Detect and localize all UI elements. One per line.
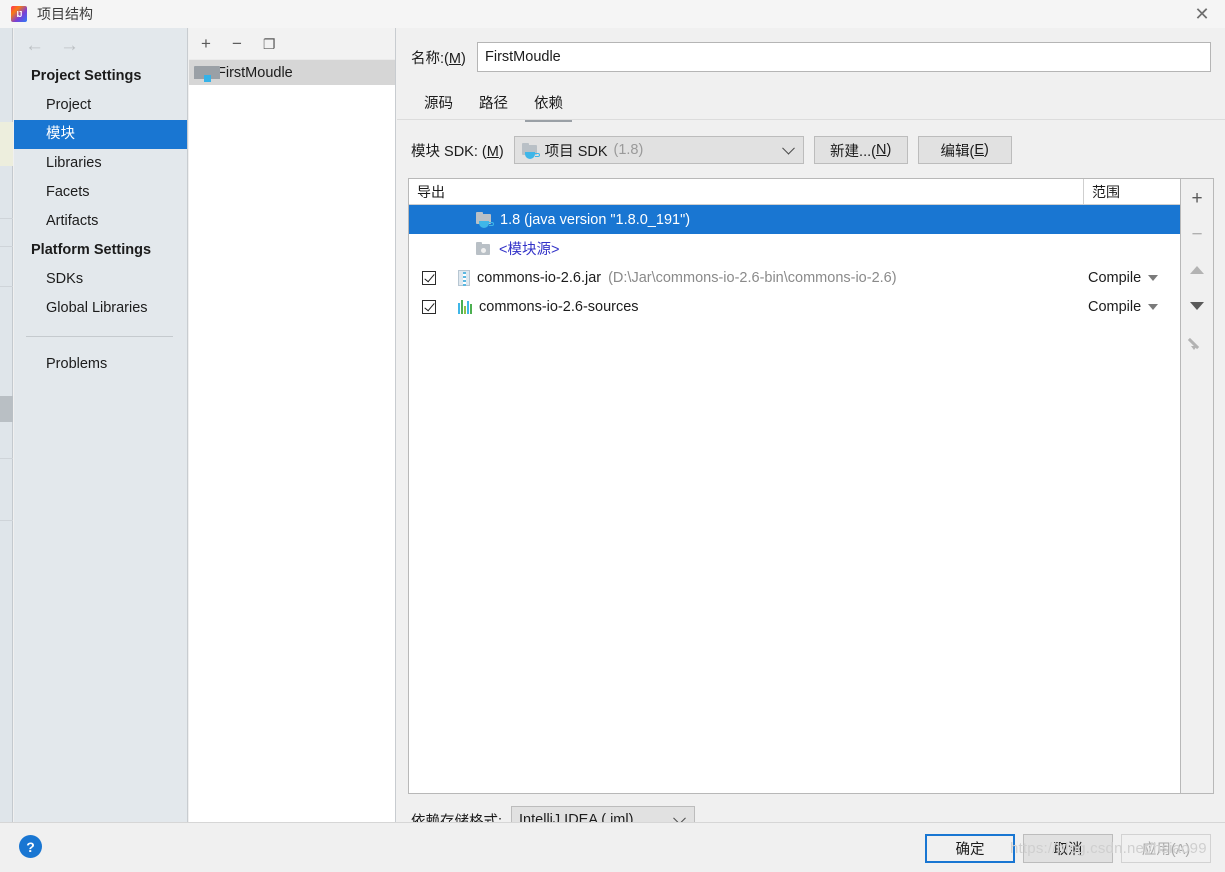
chevron-down-icon[interactable]: [1148, 303, 1159, 310]
dependencies-table: 导出 范围 1.8 (java version "1.8.0_191") <模块…: [408, 178, 1181, 794]
row-path: (D:\Jar\commons-io-2.6-bin\commons-io-2.…: [608, 269, 897, 286]
module-sdk-row: 模块 SDK: (M) 项目 SDK (1.8) 新建...(N) 编辑(E): [411, 136, 1225, 164]
row-scope-cell[interactable]: Compile: [1084, 299, 1180, 315]
row-scope-cell[interactable]: Compile: [1084, 270, 1180, 286]
scope-value: Compile: [1088, 298, 1142, 315]
sidebar-navigation: ← →: [14, 28, 187, 62]
sidebar-item-global-libraries[interactable]: Global Libraries: [14, 294, 187, 323]
sidebar-item-problems[interactable]: Problems: [14, 350, 187, 379]
dependencies-table-area: 导出 范围 1.8 (java version "1.8.0_191") <模块…: [408, 178, 1214, 794]
table-row[interactable]: <模块源>: [409, 234, 1180, 263]
remove-module-icon[interactable]: −: [232, 35, 242, 52]
background-window-strip: [0, 28, 13, 872]
module-sdk-value: 项目 SDK: [544, 143, 608, 160]
sidebar-item-facets[interactable]: Facets: [14, 178, 187, 207]
sidebar-group-platform-settings: Platform Settings: [31, 242, 152, 258]
module-name-row: 名称:(M): [411, 42, 1211, 72]
list-item[interactable]: FirstMoudle: [189, 60, 395, 85]
module-folder-icon: [194, 65, 220, 82]
table-row[interactable]: 1.8 (java version "1.8.0_191"): [409, 205, 1180, 234]
sources-bars-icon: [458, 299, 472, 314]
column-header-export[interactable]: 导出: [409, 179, 1084, 204]
module-settings-pane: 名称:(M) 源码 路径 依赖 模块 SDK: (M) 项目 SDK (1.8)…: [397, 28, 1225, 834]
add-module-icon[interactable]: +: [201, 35, 211, 52]
scope-value: Compile: [1088, 269, 1142, 286]
tab-sources[interactable]: 源码: [411, 88, 466, 122]
add-dependency-icon[interactable]: +: [1184, 185, 1210, 211]
dialog-action-buttons: 确定 取消 应用(A): [925, 834, 1211, 863]
chevron-down-icon[interactable]: [1148, 274, 1159, 281]
module-list-panel: + − ❐ FirstMoudle: [189, 28, 396, 822]
row-checkbox-cell[interactable]: [409, 299, 449, 314]
dependencies-side-toolbar: + −: [1181, 178, 1214, 794]
title-bar: 项目结构 ✕: [0, 0, 1225, 28]
row-main-cell: commons-io-2.6-sources: [449, 299, 1084, 315]
close-icon[interactable]: ✕: [1179, 0, 1225, 28]
forward-arrow-icon[interactable]: →: [60, 36, 79, 55]
sidebar-group-project-settings: Project Settings: [31, 68, 142, 84]
jdk-icon: [521, 142, 540, 159]
row-checkbox-cell[interactable]: [409, 270, 449, 285]
new-sdk-button[interactable]: 新建...(N): [813, 136, 908, 164]
module-name-label: FirstMoudle: [217, 64, 293, 81]
module-sdk-dropdown[interactable]: 项目 SDK (1.8): [513, 136, 804, 164]
sidebar-divider: [26, 336, 173, 337]
module-sdk-label: 模块 SDK: (M): [411, 143, 504, 160]
module-name-input[interactable]: [477, 42, 1211, 72]
window-title: 项目结构: [37, 6, 93, 22]
chevron-down-icon: [781, 141, 795, 155]
remove-dependency-icon[interactable]: −: [1184, 221, 1210, 247]
module-list-toolbar: + − ❐: [189, 28, 395, 60]
tab-paths[interactable]: 路径: [466, 88, 521, 122]
sidebar-item-libraries[interactable]: Libraries: [14, 149, 187, 178]
move-down-icon[interactable]: [1184, 293, 1210, 319]
intellij-idea-icon: [11, 6, 27, 22]
back-arrow-icon[interactable]: ←: [25, 36, 44, 55]
row-main-cell: <模块源>: [449, 238, 1084, 259]
copy-module-icon[interactable]: ❐: [263, 37, 276, 51]
module-tabs: 源码 路径 依赖: [397, 88, 1225, 122]
help-icon[interactable]: ?: [19, 835, 42, 858]
export-checkbox[interactable]: [422, 270, 436, 285]
table-body: 1.8 (java version "1.8.0_191") <模块源> com…: [409, 205, 1180, 793]
row-main-cell: 1.8 (java version "1.8.0_191"): [449, 212, 1084, 228]
table-row[interactable]: commons-io-2.6-sources Compile: [409, 292, 1180, 321]
export-checkbox[interactable]: [422, 299, 436, 314]
project-structure-dialog: 项目结构 ✕ ← → Project Settings Project 模块 L…: [0, 0, 1225, 872]
row-label: 1.8 (java version "1.8.0_191"): [500, 211, 691, 228]
row-label: <模块源>: [499, 242, 560, 258]
tabs-underline: [397, 119, 1225, 120]
row-main-cell: commons-io-2.6.jar (D:\Jar\commons-io-2.…: [449, 269, 1084, 286]
module-name-field-label: 名称:(M): [411, 50, 466, 67]
row-label: commons-io-2.6.jar: [477, 269, 602, 286]
settings-sidebar: ← → Project Settings Project 模块 Librarie…: [14, 28, 188, 850]
move-up-icon[interactable]: [1184, 257, 1210, 283]
sidebar-item-artifacts[interactable]: Artifacts: [14, 207, 187, 236]
edit-sdk-button[interactable]: 编辑(E): [917, 136, 1012, 164]
apply-button: 应用(A): [1121, 834, 1211, 863]
jar-icon: [458, 269, 470, 286]
ok-button[interactable]: 确定: [925, 834, 1015, 863]
module-source-icon: [476, 241, 492, 256]
sidebar-item-sdks[interactable]: SDKs: [14, 265, 187, 294]
table-row[interactable]: commons-io-2.6.jar (D:\Jar\commons-io-2.…: [409, 263, 1180, 292]
dialog-footer: ? 确定 取消 应用(A): [0, 822, 1225, 872]
table-header-row: 导出 范围: [409, 179, 1180, 205]
tab-dependencies[interactable]: 依赖: [521, 88, 576, 122]
column-header-scope[interactable]: 范围: [1084, 179, 1180, 204]
jdk-icon: [476, 212, 494, 228]
cancel-button[interactable]: 取消: [1023, 834, 1113, 863]
edit-dependency-icon[interactable]: [1184, 329, 1210, 355]
row-label: commons-io-2.6-sources: [479, 298, 639, 315]
module-sdk-version: (1.8): [613, 142, 644, 158]
sidebar-item-project[interactable]: Project: [14, 91, 187, 120]
sidebar-item-modules[interactable]: 模块: [14, 120, 187, 149]
